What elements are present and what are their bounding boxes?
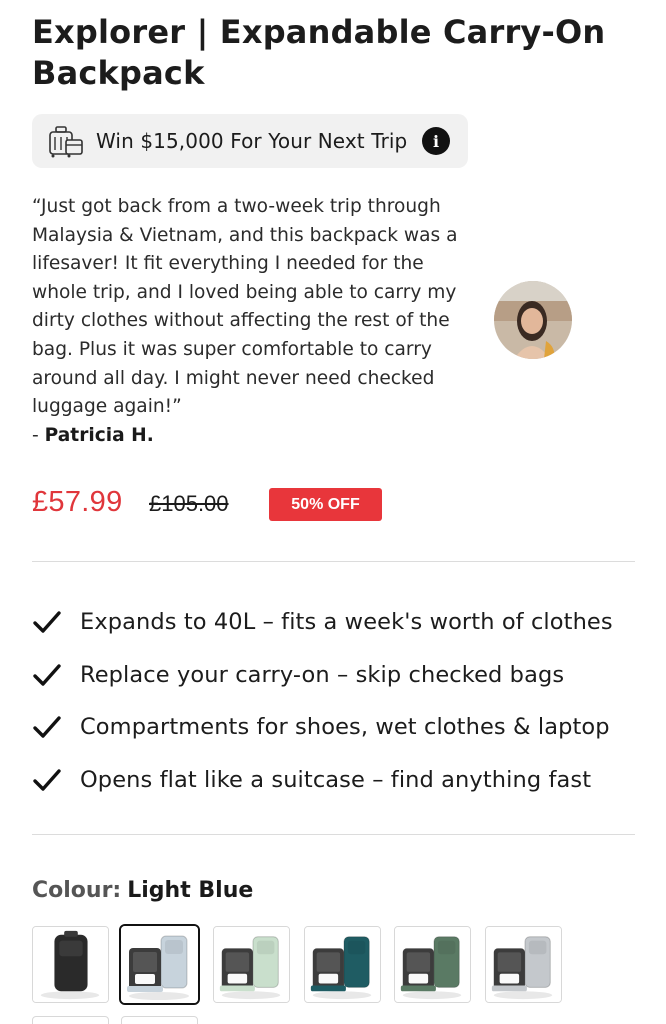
feature-item: Expands to 40L – fits a week's worth of …	[32, 596, 642, 649]
colour-swatch-black[interactable]	[32, 926, 109, 1003]
customer-review: “Just got back from a two-week trip thro…	[32, 193, 482, 450]
product-title: Explorer | Expandable Carry-On Backpack	[32, 13, 606, 92]
promo-text: Win $15,000 For Your Next Trip	[96, 129, 408, 153]
review-author: Patricia H.	[44, 424, 154, 446]
luggage-icon	[49, 126, 83, 158]
checkmark-icon	[33, 769, 61, 791]
sale-price: £57.99	[32, 486, 123, 518]
colour-swatches	[32, 924, 666, 1024]
review-quote: “Just got back from a two-week trip thro…	[32, 196, 458, 418]
feature-item: Compartments for shoes, wet clothes & la…	[32, 701, 642, 754]
colour-label: Colour: Light Blue	[32, 878, 253, 903]
checkmark-icon	[33, 664, 61, 686]
checkmark-icon	[33, 716, 61, 738]
colour-swatch-mint-green[interactable]	[213, 926, 290, 1003]
original-price: £105.00	[149, 491, 229, 516]
checkmark-icon	[33, 611, 61, 633]
feature-text: Opens flat like a suitcase – find anythi…	[80, 766, 592, 793]
info-icon[interactable]: i	[422, 127, 450, 155]
feature-text: Compartments for shoes, wet clothes & la…	[80, 714, 610, 741]
promo-banner[interactable]: Win $15,000 For Your Next Trip i	[32, 114, 468, 168]
colour-label-text: Colour:	[32, 878, 122, 903]
colour-swatch-partial[interactable]	[32, 1016, 109, 1024]
divider	[32, 561, 635, 562]
feature-list: Expands to 40L – fits a week's worth of …	[32, 596, 642, 806]
divider	[32, 834, 635, 835]
feature-item: Replace your carry-on – skip checked bag…	[32, 649, 642, 702]
colour-selected-value: Light Blue	[127, 878, 254, 903]
reviewer-avatar	[494, 281, 572, 359]
colour-swatch-partial[interactable]	[121, 1016, 198, 1024]
colour-swatch-grey[interactable]	[485, 926, 562, 1003]
colour-swatch-olive-green[interactable]	[394, 926, 471, 1003]
price-row: £57.99 £105.00 50% OFF	[32, 486, 632, 522]
feature-text: Replace your carry-on – skip checked bag…	[80, 661, 565, 688]
review-author-prefix: -	[32, 424, 45, 446]
colour-swatch-teal[interactable]	[304, 926, 381, 1003]
discount-badge: 50% OFF	[269, 488, 382, 521]
feature-text: Expands to 40L – fits a week's worth of …	[80, 609, 613, 636]
feature-item: Opens flat like a suitcase – find anythi…	[32, 754, 642, 807]
colour-swatch-light-blue[interactable]	[119, 924, 200, 1005]
